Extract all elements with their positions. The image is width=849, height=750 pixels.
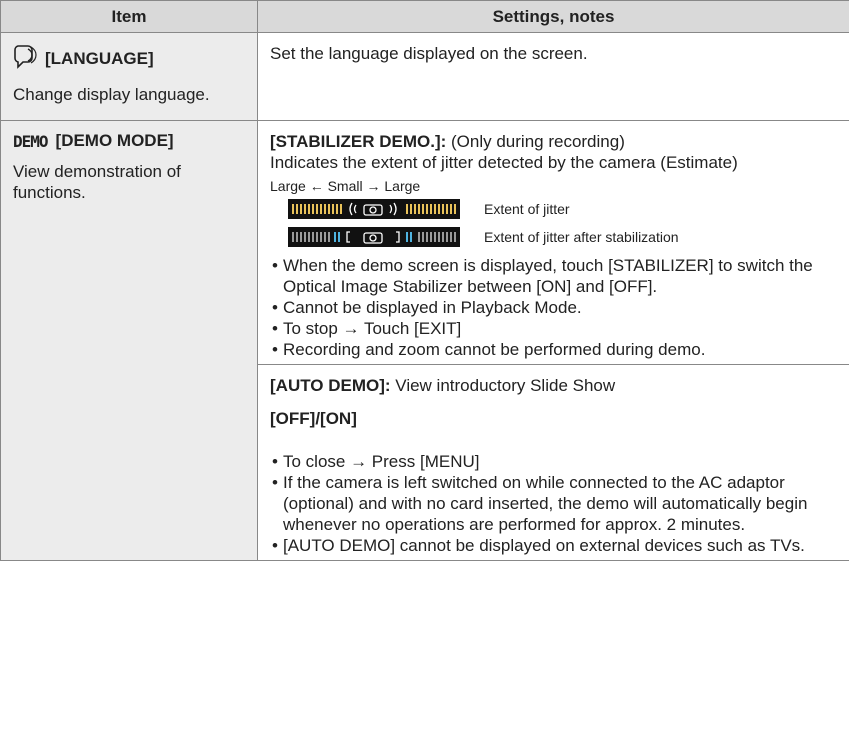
stabilizer-description: Indicates the extent of jitter detected … [270, 153, 738, 172]
language-item-cell: [LANGUAGE] Change display language. [0, 32, 258, 121]
auto-demo-notes: To close → Press [MENU] If the camera is… [270, 451, 837, 556]
auto-demo-settings-cell: [AUTO DEMO]: View introductory Slide Sho… [257, 364, 849, 561]
language-settings-cell: Set the language displayed on the screen… [257, 32, 849, 121]
stabilizer-settings-cell: [STABILIZER DEMO.]: (Only during recordi… [257, 120, 849, 365]
list-item: Recording and zoom cannot be performed d… [270, 339, 837, 360]
list-item: To stop → Touch [EXIT] [270, 318, 837, 339]
demo-item-cell: DEMO [DEMO MODE] View demonstration of f… [0, 120, 258, 561]
auto-demo-label-note: View introductory Slide Show [390, 376, 616, 395]
header-item: Item [0, 0, 258, 33]
stabilizer-notes: When the demo screen is displayed, touch… [270, 255, 837, 360]
language-icon [13, 43, 37, 74]
list-item: Cannot be displayed in Playback Mode. [270, 297, 837, 318]
demo-icon: DEMO [13, 131, 49, 151]
stabilizer-label: [STABILIZER DEMO.]: [270, 132, 447, 151]
demo-title: [DEMO MODE] [55, 131, 174, 150]
list-item: If the camera is left switched on while … [270, 472, 837, 535]
demo-description: View demonstration of functions. [13, 162, 181, 202]
jitter-scale-label: Large ← Small → Large [270, 178, 421, 194]
auto-demo-label: [AUTO DEMO]: [270, 376, 391, 395]
language-setting-text: Set the language displayed on the screen… [270, 44, 588, 63]
demo-title-row: DEMO [DEMO MODE] [13, 131, 245, 151]
list-item: When the demo screen is displayed, touch… [270, 255, 837, 297]
auto-demo-options: [OFF]/[ON] [270, 409, 357, 428]
jitter-stabilized-label: Extent of jitter after stabilization [484, 229, 679, 245]
language-title: [LANGUAGE] [45, 48, 154, 68]
list-item: To close → Press [MENU] [270, 451, 837, 472]
header-settings: Settings, notes [257, 0, 849, 33]
language-title-row: [LANGUAGE] [13, 43, 245, 74]
jitter-stabilized-meter [288, 227, 460, 247]
settings-table: Item Settings, notes [LANGUAGE] Change d… [0, 0, 849, 561]
language-description: Change display language. [13, 85, 210, 104]
list-item: [AUTO DEMO] cannot be displayed on exter… [270, 535, 837, 556]
jitter-meter-label: Extent of jitter [484, 201, 570, 217]
stabilizer-label-note: (Only during recording) [446, 132, 625, 151]
jitter-meter [288, 199, 460, 219]
